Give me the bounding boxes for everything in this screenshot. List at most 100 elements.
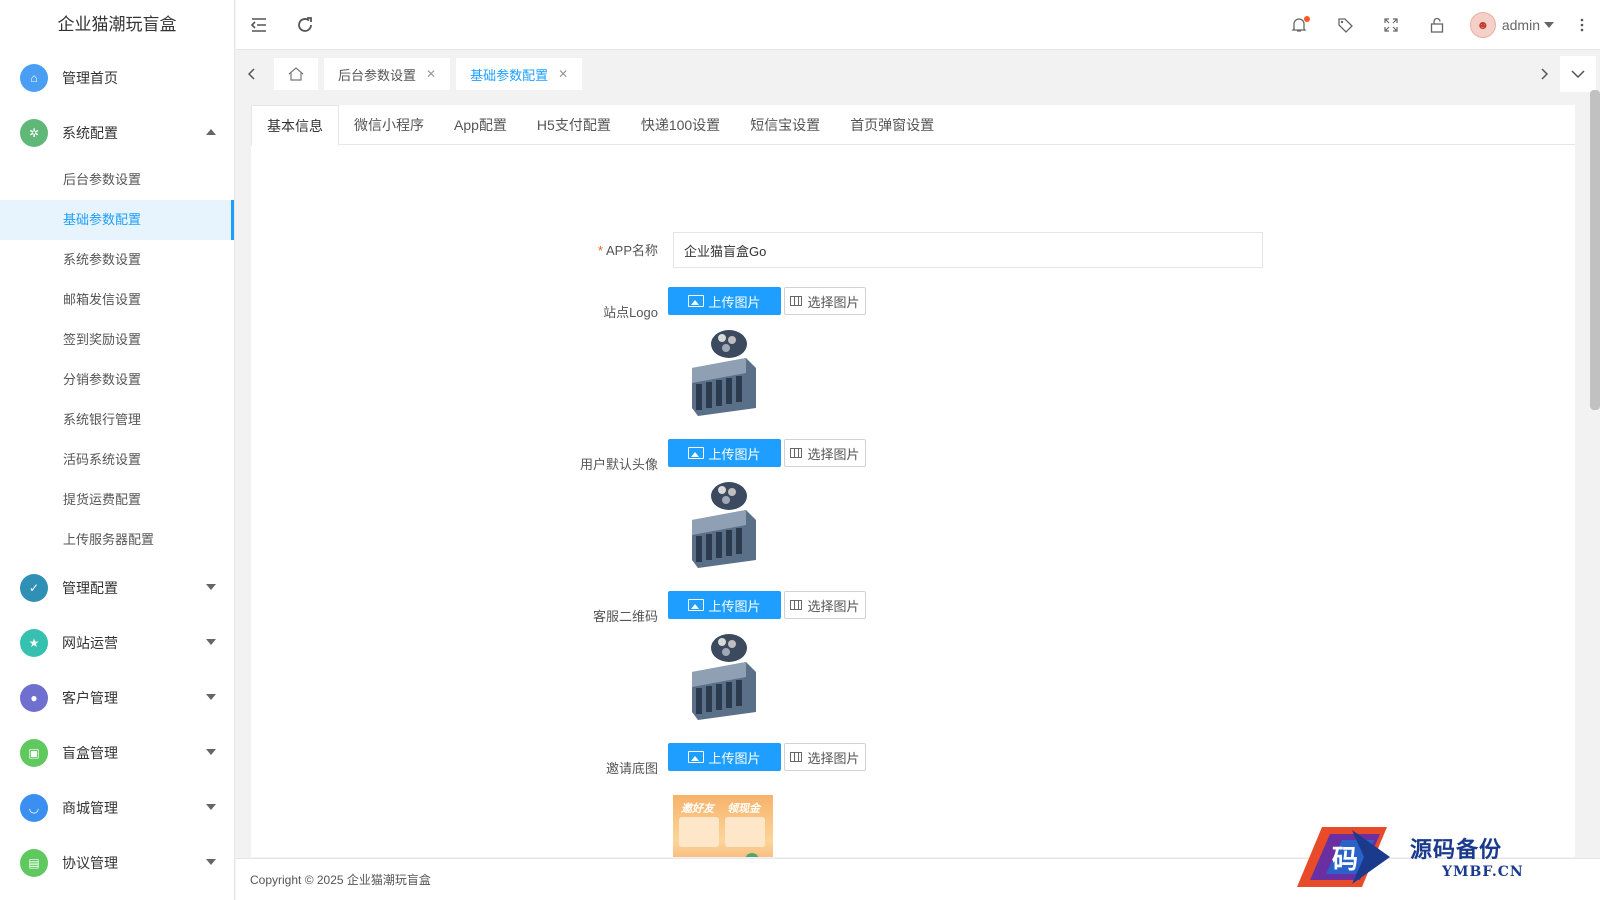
sidebar-item-label: 客户管理 — [62, 689, 118, 706]
top-header: ☻ admin — [236, 0, 1600, 50]
sidebar-subitem-shipping[interactable]: 提货运费配置 — [0, 480, 234, 520]
tab-home[interactable] — [274, 58, 318, 90]
app-title: 企业猫潮玩盲盒 — [57, 15, 177, 34]
menu-toggle-button[interactable] — [236, 0, 282, 50]
tab-basic-params[interactable]: 基础参数配置 ✕ — [456, 58, 583, 90]
refresh-button[interactable] — [282, 0, 328, 50]
sidebar-item-label: 盲盒管理 — [62, 744, 118, 761]
sidebar-item-home[interactable]: ⌂ 管理首页 — [0, 50, 234, 105]
shield-icon: ✓ — [20, 573, 48, 602]
upload-invite-button[interactable]: 上传图片 — [668, 743, 781, 771]
close-icon[interactable]: ✕ — [426, 67, 436, 81]
chevron-up-icon — [206, 129, 216, 135]
tab-home-popup[interactable]: 首页弹窗设置 — [835, 105, 949, 145]
user-menu[interactable]: ☻ admin — [1460, 0, 1564, 50]
sidebar-subitem-checkin[interactable]: 签到奖励设置 — [0, 320, 234, 360]
home-icon: ⌂ — [20, 63, 48, 92]
sidebar-subitem-system-params[interactable]: 系统参数设置 — [0, 240, 234, 280]
tab-sms[interactable]: 短信宝设置 — [735, 105, 835, 145]
app-name-input[interactable] — [673, 232, 1263, 268]
select-avatar-button[interactable]: 选择图片 — [784, 439, 866, 467]
chevron-down-icon — [206, 584, 216, 590]
sidebar-item-label: 商城管理 — [62, 799, 118, 816]
fullscreen-icon — [1384, 17, 1398, 32]
sidebar-subitem-distribution[interactable]: 分销参数设置 — [0, 360, 234, 400]
chevron-left-icon — [248, 68, 255, 80]
content-card: 基本信息 微信小程序 App配置 H5支付配置 快递100设置 短信宝设置 首页… — [251, 105, 1575, 857]
tag-button[interactable] — [1322, 0, 1368, 50]
gear-icon: ✲ — [20, 118, 48, 147]
sidebar-item-mall[interactable]: ◡ 商城管理 — [0, 780, 234, 835]
chevron-down-icon — [206, 694, 216, 700]
invite-card-left — [679, 817, 719, 847]
notification-button[interactable] — [1276, 0, 1322, 50]
default-avatar-label: 用户默认头像 — [579, 457, 658, 472]
star-icon: ★ — [20, 628, 48, 657]
tab-backend-params[interactable]: 后台参数设置 ✕ — [324, 58, 451, 90]
chevron-down-icon — [206, 804, 216, 810]
page-scrollbar[interactable] — [1590, 90, 1600, 410]
select-logo-button[interactable]: 选择图片 — [784, 287, 866, 315]
watermark: 码 源码备份 YMBF.CN — [1292, 822, 1572, 892]
tabs-dropdown-button[interactable] — [1560, 56, 1596, 92]
grid-icon — [790, 448, 803, 458]
more-button[interactable] — [1564, 0, 1600, 50]
sidebar-menu: ⌂ 管理首页 ✲ 系统配置 后台参数设置 基础参数配置 系统参数设置 邮箱发信设… — [0, 50, 234, 890]
service-qrcode-image — [692, 634, 756, 720]
upload-avatar-button[interactable]: 上传图片 — [668, 439, 781, 467]
sidebar: 企业猫潮玩盲盒 ⌂ 管理首页 ✲ 系统配置 后台参数设置 基础参数配置 系统参数… — [0, 0, 235, 900]
grid-icon — [790, 600, 803, 610]
sidebar-item-system-config[interactable]: ✲ 系统配置 — [0, 105, 234, 160]
home-icon — [288, 67, 304, 81]
tag-icon — [1338, 17, 1353, 33]
tab-app-config[interactable]: App配置 — [439, 105, 522, 145]
watermark-url: YMBF.CN — [1442, 864, 1524, 880]
watermark-text: 源码备份 — [1410, 837, 1503, 863]
site-logo-image — [692, 330, 756, 416]
close-icon[interactable]: ✕ — [558, 67, 568, 81]
content-tabs: 基本信息 微信小程序 App配置 H5支付配置 快递100设置 短信宝设置 首页… — [251, 105, 1575, 146]
sidebar-item-admin-config[interactable]: ✓ 管理配置 — [0, 560, 234, 615]
sidebar-item-label: 协议管理 — [62, 854, 118, 871]
sidebar-subitem-upload-server[interactable]: 上传服务器配置 — [0, 520, 234, 560]
sidebar-item-operations[interactable]: ★ 网站运营 — [0, 615, 234, 670]
fullscreen-button[interactable] — [1368, 0, 1414, 50]
lock-button[interactable] — [1414, 0, 1460, 50]
tab-wechat-miniprogram[interactable]: 微信小程序 — [339, 105, 439, 145]
chevron-down-icon — [206, 639, 216, 645]
tab-h5-pay[interactable]: H5支付配置 — [522, 105, 626, 145]
sidebar-item-label: 网站运营 — [62, 634, 118, 651]
gift-icon: ▣ — [20, 738, 48, 767]
sidebar-subitem-email[interactable]: 邮箱发信设置 — [0, 280, 234, 320]
tabs-prev-button[interactable] — [236, 51, 268, 97]
site-logo-label: 站点Logo — [603, 305, 658, 320]
tab-label: 基础参数配置 — [470, 67, 549, 83]
invite-card-right — [725, 817, 765, 847]
tabs-next-button[interactable] — [1528, 51, 1560, 97]
caret-down-icon — [1544, 21, 1554, 28]
select-qrcode-button[interactable]: 选择图片 — [784, 591, 866, 619]
sidebar-item-agreements[interactable]: ▤ 协议管理 — [0, 835, 234, 890]
chevron-right-icon — [1541, 68, 1548, 80]
refresh-icon — [298, 16, 312, 32]
sidebar-item-label: 管理首页 — [62, 69, 118, 86]
app-name-label: * APP名称 — [597, 243, 658, 258]
required-mark: * — [597, 243, 603, 258]
tab-basic-info[interactable]: 基本信息 — [251, 105, 339, 146]
sidebar-subitem-livecode[interactable]: 活码系统设置 — [0, 440, 234, 480]
sidebar-subitem-backend-params[interactable]: 后台参数设置 — [0, 160, 234, 200]
sidebar-item-blindbox[interactable]: ▣ 盲盒管理 — [0, 725, 234, 780]
more-vertical-icon — [1580, 18, 1584, 31]
invite-text-left: 邀好友 — [681, 803, 714, 815]
upload-qrcode-button[interactable]: 上传图片 — [668, 591, 781, 619]
default-avatar-image — [692, 482, 756, 568]
sidebar-subitem-basic-params[interactable]: 基础参数配置 — [0, 200, 234, 240]
select-invite-button[interactable]: 选择图片 — [784, 743, 866, 771]
sidebar-item-customers[interactable]: ● 客户管理 — [0, 670, 234, 725]
notification-dot — [1303, 15, 1310, 22]
tab-kuaidi100[interactable]: 快递100设置 — [626, 105, 735, 145]
invite-text-right: 领现金 — [727, 803, 760, 815]
lock-icon — [1430, 17, 1444, 33]
upload-logo-button[interactable]: 上传图片 — [668, 287, 781, 315]
sidebar-subitem-bank[interactable]: 系统银行管理 — [0, 400, 234, 440]
